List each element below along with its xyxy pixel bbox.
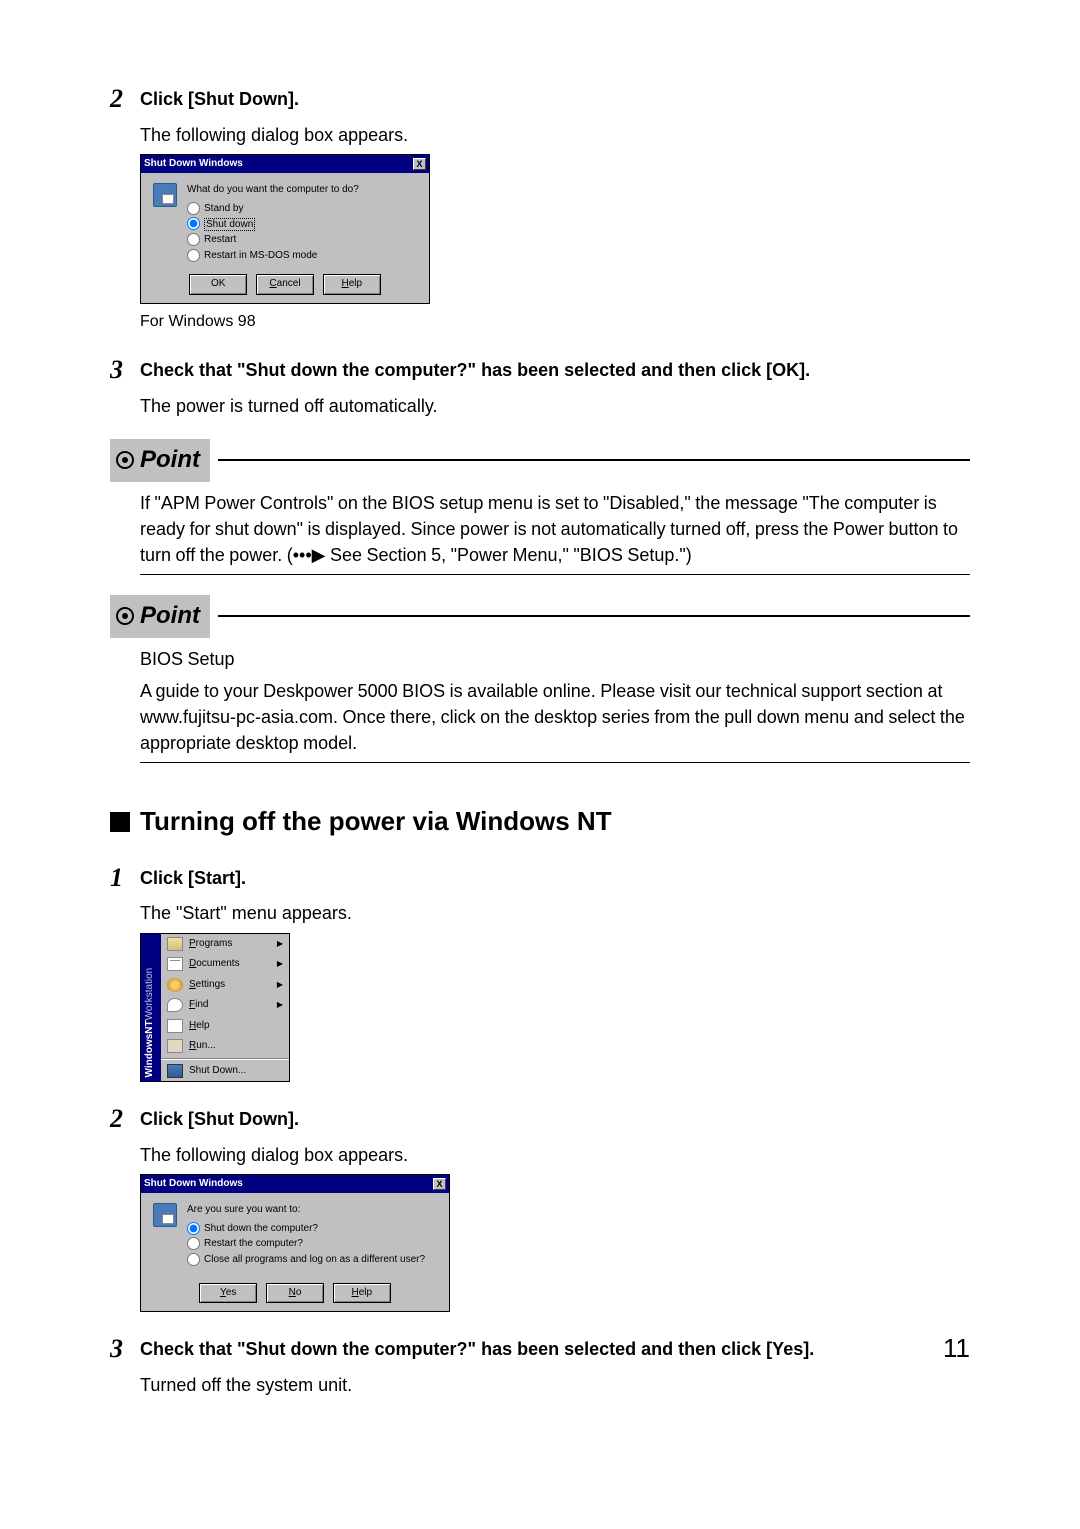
find-icon bbox=[167, 998, 183, 1012]
point-text: A guide to your Deskpower 5000 BIOS is a… bbox=[140, 678, 970, 756]
step-1-nt: 1 Click [Start]. bbox=[110, 859, 970, 897]
settings-icon bbox=[167, 978, 183, 992]
page: 2 Click [Shut Down]. The following dialo… bbox=[110, 80, 970, 1398]
shutdown-dialog-nt: Shut Down Windows X Are you sure you wan… bbox=[140, 1174, 450, 1312]
step-text: The following dialog box appears. bbox=[140, 122, 970, 148]
shutdown-icon bbox=[153, 183, 177, 207]
step-body: The power is turned off automatically. bbox=[140, 393, 970, 419]
step-number: 2 bbox=[110, 80, 140, 118]
section-title: Turning off the power via Windows NT bbox=[140, 803, 612, 841]
shutdown-icon bbox=[167, 1064, 183, 1078]
dialog-question: What do you want the computer to do? bbox=[187, 183, 417, 198]
step-text: The power is turned off automatically. bbox=[140, 393, 970, 419]
step-3-w98: 3 Check that "Shut down the computer?" h… bbox=[110, 351, 970, 389]
step-title: Click [Shut Down]. bbox=[140, 1100, 299, 1132]
step-body: The "Start" menu appears. WindowsNTWorks… bbox=[140, 900, 970, 1082]
radio-group: Shut down the computer? Restart the comp… bbox=[187, 1222, 437, 1268]
point-block-1: Point If "APM Power Controls" on the BIO… bbox=[110, 439, 970, 575]
step-number: 3 bbox=[110, 351, 140, 389]
radio-restart[interactable]: Restart bbox=[187, 233, 417, 248]
step-title: Check that "Shut down the computer?" has… bbox=[140, 351, 810, 383]
help-button[interactable]: Help bbox=[333, 1283, 391, 1304]
yes-button[interactable]: Yes bbox=[199, 1283, 257, 1304]
step-number: 2 bbox=[110, 1100, 140, 1138]
help-button[interactable]: Help bbox=[323, 274, 381, 295]
help-icon bbox=[167, 1019, 183, 1033]
cancel-button[interactable]: Cancel bbox=[256, 274, 314, 295]
menu-item-programs[interactable]: Programs▶ bbox=[161, 934, 289, 955]
menu-item-help[interactable]: Help bbox=[161, 1016, 289, 1037]
shutdown-dialog-win98: Shut Down Windows X What do you want the… bbox=[140, 154, 430, 304]
radio-close-all[interactable]: Close all programs and log on as a diffe… bbox=[187, 1253, 437, 1268]
start-menu: WindowsNTWorkstation Programs▶ Documents… bbox=[140, 933, 290, 1083]
point-subhead: BIOS Setup bbox=[140, 646, 970, 672]
point-icon bbox=[116, 451, 134, 469]
step-2-w98: 2 Click [Shut Down]. bbox=[110, 80, 970, 118]
step-body: The following dialog box appears. Shut D… bbox=[140, 1142, 970, 1313]
point-text: If "APM Power Controls" on the BIOS setu… bbox=[140, 490, 970, 568]
radio-shutdown-computer[interactable]: Shut down the computer? bbox=[187, 1222, 437, 1237]
square-bullet-icon bbox=[110, 812, 130, 832]
point-badge: Point bbox=[110, 595, 210, 638]
menu-item-shutdown[interactable]: Shut Down... bbox=[161, 1061, 289, 1082]
step-text: Turned off the system unit. bbox=[140, 1372, 970, 1398]
step-title: Check that "Shut down the computer?" has… bbox=[140, 1330, 814, 1362]
figure-caption: For Windows 98 bbox=[140, 310, 970, 333]
dialog-title: Shut Down Windows bbox=[144, 1177, 243, 1192]
section-heading: Turning off the power via Windows NT bbox=[110, 803, 970, 841]
close-button[interactable]: X bbox=[433, 1178, 446, 1190]
chevron-right-icon: ▶ bbox=[277, 979, 283, 991]
step-3-nt: 3 Check that "Shut down the computer?" h… bbox=[110, 1330, 970, 1368]
radio-shutdown[interactable]: Shut down bbox=[187, 217, 417, 232]
documents-icon bbox=[167, 957, 183, 971]
radio-msdos[interactable]: Restart in MS-DOS mode bbox=[187, 249, 417, 264]
start-menu-brand: WindowsNTWorkstation bbox=[141, 934, 161, 1082]
ok-button[interactable]: OK bbox=[189, 274, 247, 295]
run-icon bbox=[167, 1039, 183, 1053]
point-badge: Point bbox=[110, 439, 210, 482]
no-button[interactable]: No bbox=[266, 1283, 324, 1304]
dialog-question: Are you sure you want to: bbox=[187, 1203, 437, 1218]
radio-standby[interactable]: Stand by bbox=[187, 202, 417, 217]
dialog-buttons: OK Cancel Help bbox=[153, 274, 417, 295]
step-title: Click [Shut Down]. bbox=[140, 80, 299, 112]
step-body: Turned off the system unit. bbox=[140, 1372, 970, 1398]
chevron-right-icon: ▶ bbox=[277, 938, 283, 950]
step-body: The following dialog box appears. Shut D… bbox=[140, 122, 970, 333]
menu-item-settings[interactable]: Settings▶ bbox=[161, 975, 289, 996]
dialog-titlebar: Shut Down Windows X bbox=[141, 155, 429, 174]
shutdown-icon bbox=[153, 1203, 177, 1227]
chevron-right-icon: ▶ bbox=[277, 999, 283, 1011]
programs-icon bbox=[167, 937, 183, 951]
radio-group: Stand by Shut down Restart Restart in MS… bbox=[187, 202, 417, 264]
step-2-nt: 2 Click [Shut Down]. bbox=[110, 1100, 970, 1138]
menu-item-documents[interactable]: Documents▶ bbox=[161, 954, 289, 975]
chevron-right-icon: ▶ bbox=[277, 958, 283, 970]
step-text: The following dialog box appears. bbox=[140, 1142, 970, 1168]
point-icon bbox=[116, 607, 134, 625]
dialog-buttons: Yes No Help bbox=[153, 1283, 437, 1304]
step-text: The "Start" menu appears. bbox=[140, 900, 970, 926]
point-block-2: Point BIOS Setup A guide to your Deskpow… bbox=[110, 595, 970, 763]
step-number: 3 bbox=[110, 1330, 140, 1368]
menu-item-run[interactable]: Run... bbox=[161, 1036, 289, 1057]
step-number: 1 bbox=[110, 859, 140, 897]
step-title: Click [Start]. bbox=[140, 859, 246, 891]
dialog-titlebar: Shut Down Windows X bbox=[141, 1175, 449, 1194]
radio-restart-computer[interactable]: Restart the computer? bbox=[187, 1237, 437, 1252]
page-number: 11 bbox=[943, 1330, 970, 1368]
close-button[interactable]: X bbox=[413, 158, 426, 170]
menu-item-find[interactable]: Find▶ bbox=[161, 995, 289, 1016]
dialog-title: Shut Down Windows bbox=[144, 157, 243, 172]
